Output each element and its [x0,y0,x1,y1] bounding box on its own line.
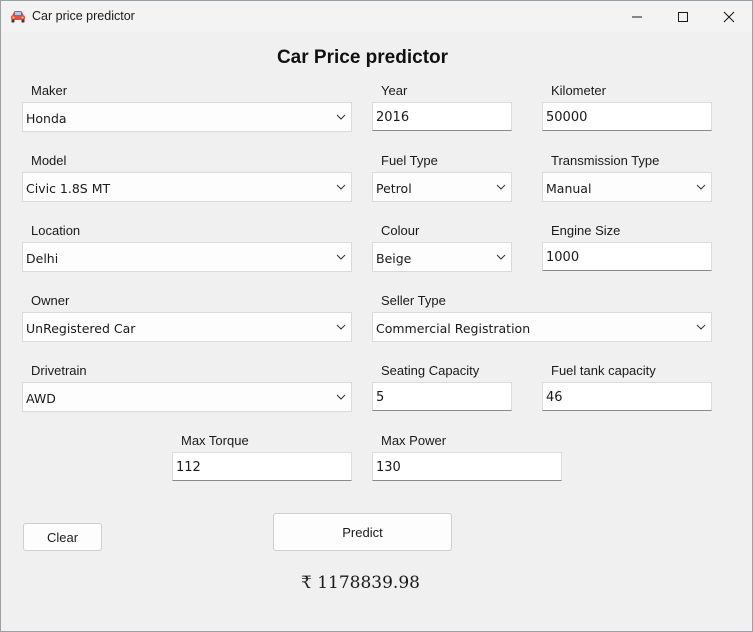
window-title: Car price predictor [32,9,135,23]
seating-value: 5 [376,390,385,405]
max-power-label: Max Power [381,433,447,448]
chevron-down-icon [336,254,346,260]
fuel-tank-value: 46 [546,390,563,405]
fuel-type-value: Petrol [376,181,412,196]
app-window: Car price predictor Car Price predictor … [0,0,753,632]
seller-type-value: Commercial Registration [376,321,531,336]
car-icon [11,11,25,23]
predicted-price: ₹ 1178839.98 [301,573,420,593]
chevron-down-icon [336,184,346,190]
max-torque-input[interactable]: 112 [172,452,352,481]
maker-select[interactable]: Honda [22,102,352,132]
fuel-tank-label: Fuel tank capacity [551,363,656,378]
minimize-icon [632,16,642,18]
drivetrain-select[interactable]: AWD [22,382,352,412]
chevron-down-icon [336,114,346,120]
predict-button[interactable]: Predict [273,513,452,551]
drivetrain-value: AWD [26,391,56,406]
chevron-down-icon [496,254,506,260]
location-select[interactable]: Delhi [22,242,352,272]
max-power-value: 130 [376,460,401,475]
transmission-label: Transmission Type [551,153,660,168]
model-value: Civic 1.8S MT [26,181,111,196]
engine-size-value: 1000 [546,250,580,265]
year-input[interactable]: 2016 [372,102,512,131]
owner-value: UnRegistered Car [26,321,136,336]
transmission-select[interactable]: Manual [542,172,712,202]
kilometer-input[interactable]: 50000 [542,102,712,131]
model-select[interactable]: Civic 1.8S MT [22,172,352,202]
maker-label: Maker [31,83,68,98]
colour-select[interactable]: Beige [372,242,512,272]
colour-value: Beige [376,251,412,266]
transmission-value: Manual [546,181,592,196]
seller-type-label: Seller Type [381,293,446,308]
page-title: Car Price predictor [276,47,449,68]
chevron-down-icon [336,394,346,400]
chevron-down-icon [696,324,706,330]
kilometer-label: Kilometer [551,83,606,98]
location-value: Delhi [26,251,59,266]
engine-size-input[interactable]: 1000 [542,242,712,271]
year-label: Year [381,83,408,98]
minimize-button[interactable] [614,1,660,32]
fuel-type-select[interactable]: Petrol [372,172,512,202]
owner-label: Owner [31,293,70,308]
year-value: 2016 [376,110,410,125]
owner-select[interactable]: UnRegistered Car [22,312,352,342]
chevron-down-icon [496,184,506,190]
fuel-tank-input[interactable]: 46 [542,382,712,411]
seating-label: Seating Capacity [381,363,480,378]
drivetrain-label: Drivetrain [31,363,87,378]
title-bar[interactable]: Car price predictor [1,1,752,32]
chevron-down-icon [336,324,346,330]
chevron-down-icon [696,184,706,190]
engine-size-label: Engine Size [551,223,621,238]
seating-input[interactable]: 5 [372,382,512,411]
location-label: Location [31,223,81,238]
kilometer-value: 50000 [546,110,588,125]
seller-type-select[interactable]: Commercial Registration [372,312,712,342]
close-icon [723,11,735,23]
close-button[interactable] [706,1,752,32]
maximize-button[interactable] [660,1,706,32]
colour-label: Colour [381,223,420,238]
max-power-input[interactable]: 130 [372,452,562,481]
maker-value: Honda [26,111,67,126]
max-torque-label: Max Torque [181,433,249,448]
model-label: Model [31,153,67,168]
fuel-type-label: Fuel Type [381,153,438,168]
clear-button[interactable]: Clear [23,523,102,551]
max-torque-value: 112 [176,460,201,475]
maximize-icon [678,12,688,22]
